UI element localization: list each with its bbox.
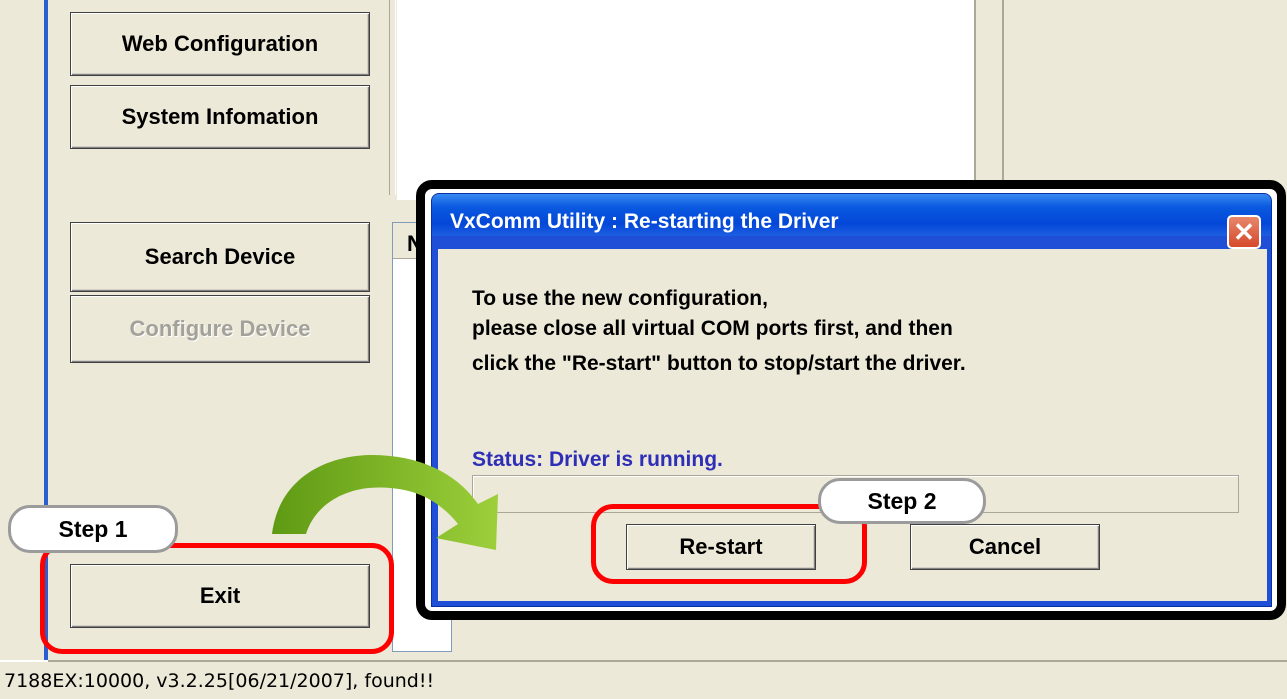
window-bottom-strip <box>975 620 1287 660</box>
dialog-message-line-1: To use the new configuration, <box>472 287 768 310</box>
web-configuration-button[interactable]: Web Configuration <box>70 12 370 76</box>
close-icon[interactable]: ✕ <box>1227 215 1261 249</box>
configure-device-button: Configure Device <box>70 295 370 363</box>
step-1-label: Step 1 <box>8 505 178 553</box>
curved-arrow-icon <box>272 454 498 550</box>
cancel-button[interactable]: Cancel <box>910 524 1100 570</box>
dialog-title: VxComm Utility : Re-starting the Driver <box>450 210 839 233</box>
system-information-button[interactable]: System Infomation <box>70 85 370 149</box>
info-panel <box>397 0 975 200</box>
panel-divider <box>389 0 396 195</box>
status-bar-text: 7188EX:10000, v3.2.25[06/21/2007], found… <box>4 670 435 692</box>
dialog-message-line-2: please close all virtual COM ports first… <box>472 317 953 340</box>
right-panel-divider <box>975 0 1009 190</box>
search-device-button[interactable]: Search Device <box>70 222 370 292</box>
dialog-message-line-3: click the "Re-start" button to stop/star… <box>472 352 966 375</box>
step-2-label: Step 2 <box>818 478 986 524</box>
